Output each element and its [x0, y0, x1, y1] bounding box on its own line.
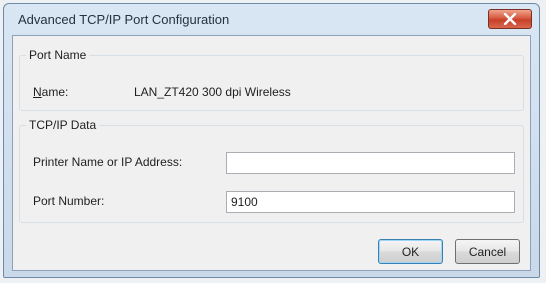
printer-name-label: Printer Name or IP Address:	[33, 155, 183, 169]
name-label-accelerator: N	[33, 85, 42, 99]
port-name-legend: Port Name	[29, 48, 87, 62]
title-bar[interactable]: Advanced TCP/IP Port Configuration	[4, 4, 539, 34]
tcpip-data-legend: TCP/IP Data	[29, 118, 97, 132]
close-button[interactable]	[488, 9, 532, 29]
printer-name-ip-field[interactable]	[226, 152, 515, 174]
close-icon	[503, 13, 517, 25]
cancel-button[interactable]: Cancel	[455, 239, 520, 264]
port-number-field[interactable]: 9100	[226, 191, 515, 213]
dialog-window: Advanced TCP/IP Port Configuration Port …	[3, 3, 540, 278]
port-name-field[interactable]: LAN_ZT420 300 dpi Wireless	[133, 81, 516, 103]
ok-button[interactable]: OK	[378, 239, 443, 264]
port-number-label: Port Number:	[33, 194, 105, 208]
dialog-body: Port Name Name: LAN_ZT420 300 dpi Wirele…	[12, 35, 531, 271]
dialog-title: Advanced TCP/IP Port Configuration	[18, 12, 230, 27]
name-label: Name:	[33, 85, 68, 99]
name-label-text: ame:	[41, 85, 69, 99]
